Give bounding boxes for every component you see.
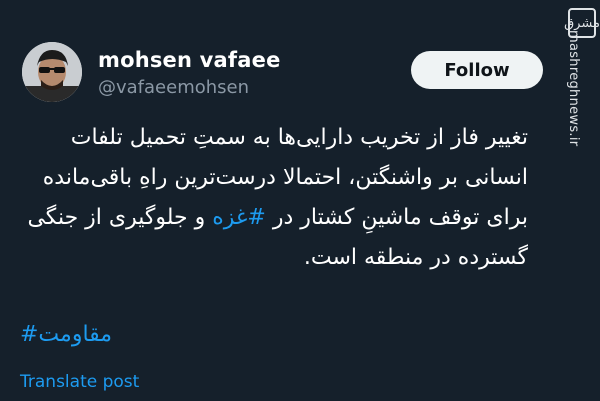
user-name[interactable]: mohsen vafaee [98,48,281,72]
hashtag-link-gaza[interactable]: #غزه [212,205,266,230]
hashtag-link-resistance[interactable]: مقاومت# [20,322,112,347]
watermark-url: mashreghnews.ir [566,30,581,147]
follow-button[interactable]: Follow [411,51,543,89]
tweet-line: برای توقف ماشینِ کشتار در #غزه و جلوگیری… [8,198,528,238]
avatar-photo [22,42,82,102]
avatar[interactable] [22,42,82,102]
user-handle[interactable]: @vafaeemohsen [98,77,249,98]
tweet-card: mohsen vafaee @vafaeemohsen Follow تغییر… [0,0,560,401]
tweet-text-segment: برای توقف ماشینِ کشتار در [265,205,528,230]
tweet-text-segment: و جلوگیری از جنگی [27,205,213,230]
tweet-line: تغییر فاز از تخریب دارایی‌ها به سمتِ تحم… [70,125,528,150]
tweet-line: انسانی بر واشنگتن، احتمالا درست‌ترین راه… [42,165,528,190]
tweet-line: گسترده در منطقه است. [303,245,528,270]
watermark-strip: مشرق mashreghnews.ir [560,0,600,401]
tweet-text: تغییر فاز از تخریب دارایی‌ها به سمتِ تحم… [8,118,528,278]
translate-post-link[interactable]: Translate post [20,372,139,392]
